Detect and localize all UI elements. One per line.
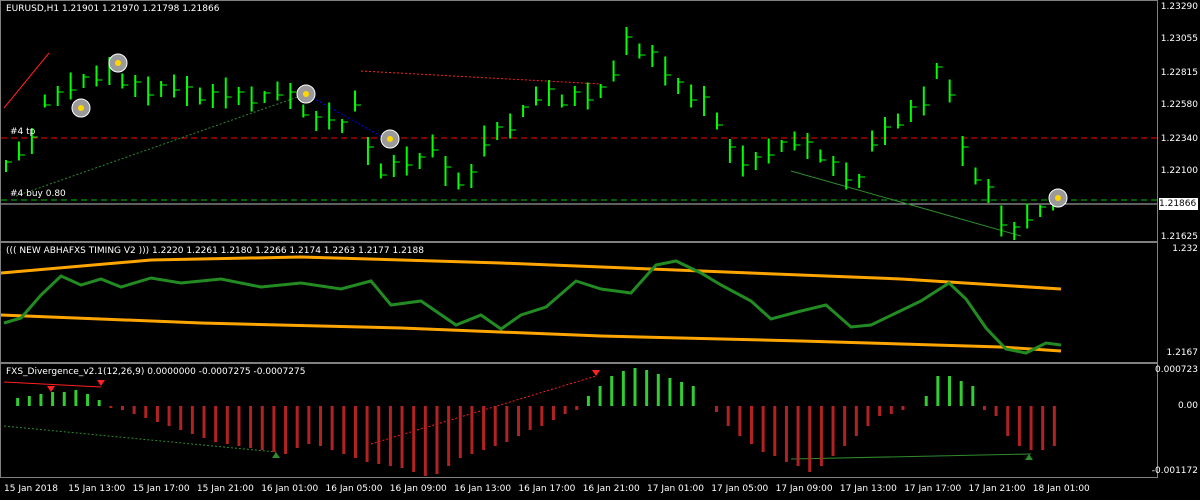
time-label: 17 Jan 09:00 [775, 484, 833, 494]
time-label: 15 Jan 13:00 [68, 484, 126, 494]
lower-band [1, 313, 1062, 353]
time-label: 17 Jan 05:00 [711, 484, 769, 494]
time-label: 16 Jan 17:00 [518, 484, 576, 494]
trade-marker-core [1055, 195, 1061, 201]
divergence-indicator-pane[interactable]: FXS_Divergence_v2.1(12,26,9) 0.0000000 -… [0, 363, 1158, 478]
price-label: 1.23290 [1160, 2, 1198, 12]
divergence-axis-zero: 0.00 [1177, 401, 1198, 411]
chart-caption: EURUSD,H1 1.21901 1.21970 1.21798 1.2186… [6, 4, 220, 14]
divergence-line-green [790, 453, 1032, 460]
divergence-indicator-canvas [3, 368, 1056, 476]
timing-indicator-canvas [1, 255, 1062, 355]
trade-marker-core [115, 60, 121, 66]
time-label: 16 Jan 09:00 [389, 484, 447, 494]
timing-axis-top: 1.232 [1172, 244, 1198, 254]
trade-marker-core [78, 105, 84, 111]
time-label: 15 Jan 21:00 [196, 484, 254, 494]
timing-line [3, 259, 1062, 355]
divergence-arrows [47, 370, 1033, 460]
trendline-red [3, 52, 50, 109]
divergence-line-green-dotted [3, 425, 277, 453]
price-label: 1.23055 [1160, 34, 1198, 44]
time-label: 17 Jan 21:00 [968, 484, 1026, 494]
time-label: 15 Jan 17:00 [132, 484, 190, 494]
price-label: 1.22340 [1160, 134, 1198, 144]
timing-indicator-caption: ((( NEW ABHAFXS TIMING V2 ))) 1.2220 1.2… [6, 246, 424, 256]
time-label: 16 Jan 21:00 [582, 484, 640, 494]
price-chart-canvas[interactable] [1, 1, 1157, 241]
price-label: 1.22580 [1160, 100, 1198, 110]
time-label: 17 Jan 17:00 [904, 484, 962, 494]
tp-level-label: #4 tp [10, 127, 36, 137]
divergence-axis: 0.000723 0.00 -0.001172 [1152, 363, 1200, 478]
trade-markers [71, 53, 1068, 208]
divergence-arrow-down [47, 386, 55, 392]
time-label: 16 Jan 13:00 [454, 484, 512, 494]
price-label: 1.22100 [1160, 166, 1198, 176]
divergence-arrow-up [1025, 454, 1033, 460]
trade-marker-core [303, 91, 309, 97]
time-label: 16 Jan 05:00 [325, 484, 383, 494]
time-label: 15 Jan 2018 [4, 484, 58, 494]
trendline-green-dotted [15, 93, 307, 197]
divergence-axis-bottom: -0.001172 [1151, 466, 1198, 476]
upper-band [1, 255, 1062, 291]
timing-indicator-pane[interactable]: ((( NEW ABHAFXS TIMING V2 ))) 1.2220 1.2… [0, 242, 1158, 363]
divergence-arrow-down [592, 370, 600, 376]
price-chart-pane[interactable]: EURUSD,H1 1.21901 1.21970 1.21798 1.2186… [0, 0, 1158, 242]
price-label: 1.22815 [1160, 68, 1198, 78]
time-label: 16 Jan 01:00 [261, 484, 319, 494]
trendline-red-dotted [360, 70, 602, 85]
trade-marker-core [387, 136, 393, 142]
time-label: 17 Jan 13:00 [839, 484, 897, 494]
price-bars [5, 27, 1060, 240]
divergence-axis-top: 0.000723 [1155, 365, 1198, 375]
histogram-bars [16, 368, 1056, 476]
timing-axis: 1.232 1.2167 [1158, 242, 1200, 363]
divergence-arrow-up [272, 452, 280, 458]
divergence-indicator-caption: FXS_Divergence_v2.1(12,26,9) 0.0000000 -… [6, 367, 306, 377]
current-price-box: 1.21866 [1159, 198, 1198, 210]
time-label: 17 Jan 01:00 [647, 484, 704, 494]
price-label: 1.21625 [1160, 232, 1198, 242]
divergence-arrow-down [97, 380, 105, 386]
time-label: 18 Jan 01:00 [1032, 484, 1090, 494]
timing-axis-bottom: 1.2167 [1166, 348, 1199, 358]
time-axis: 15 Jan 2018 15 Jan 13:00 15 Jan 17:00 15 Ja… [0, 478, 1158, 500]
buy-level-label: #4 buy 0.80 [10, 189, 66, 199]
